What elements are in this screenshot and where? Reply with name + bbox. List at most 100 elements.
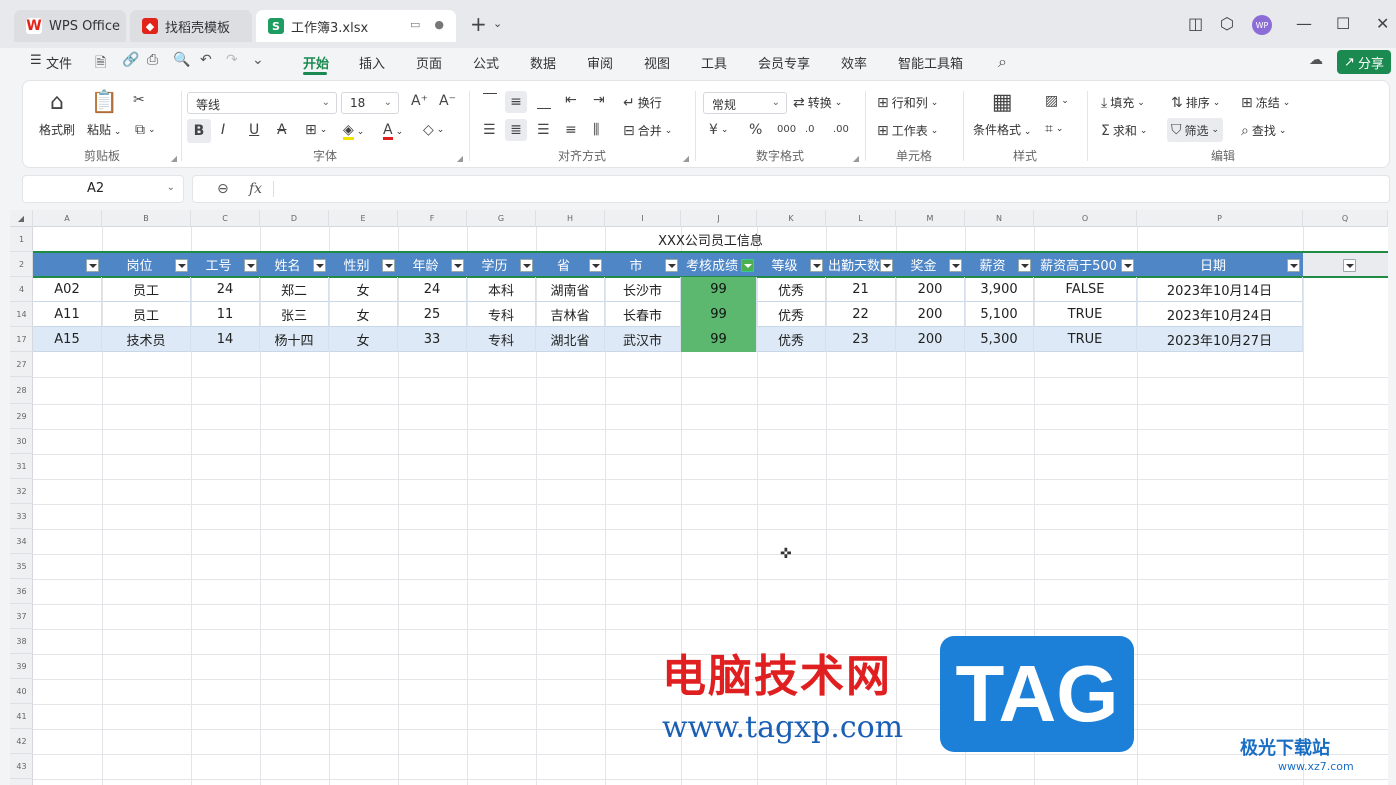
row-header-38[interactable]: 38	[10, 629, 33, 654]
menu-file[interactable]: 文件	[46, 53, 72, 72]
row-header-4[interactable]: 4	[10, 277, 33, 302]
merge-button[interactable]: ⊟ 合并 ⌄	[623, 122, 672, 139]
strikethrough-button[interactable]: A	[277, 123, 287, 137]
table-cell[interactable]: TRUE	[1034, 327, 1137, 352]
row-header-37[interactable]: 37	[10, 604, 33, 629]
italic-button[interactable]: I	[221, 123, 225, 137]
row-header-42[interactable]: 42	[10, 729, 33, 754]
column-header-j[interactable]: J	[681, 210, 757, 227]
table-cell[interactable]: A11	[33, 302, 102, 327]
copy-icon[interactable]: ⧉ ⌄	[135, 123, 156, 137]
column-header-h[interactable]: H	[536, 210, 605, 227]
justify-icon[interactable]: ≡	[565, 123, 577, 137]
tab-workbook[interactable]: S 工作簿3.xlsx ▭ ●	[256, 10, 456, 42]
layout-icon[interactable]: ◫	[1188, 15, 1203, 33]
table-cell[interactable]: 本科	[467, 277, 536, 302]
paste-button[interactable]: 📋 粘贴 ⌄	[87, 91, 121, 138]
table-cell[interactable]: A15	[33, 327, 102, 352]
table-cell[interactable]: 99	[681, 277, 757, 302]
row-header-41[interactable]: 41	[10, 704, 33, 729]
column-header-c[interactable]: C	[191, 210, 260, 227]
row-header-32[interactable]: 32	[10, 479, 33, 504]
table-cell[interactable]: 员工	[102, 277, 191, 302]
column-header-p[interactable]: P	[1137, 210, 1303, 227]
column-header-q[interactable]: Q	[1303, 210, 1388, 227]
table-cell[interactable]: 21	[826, 277, 896, 302]
table-cell[interactable]: 女	[329, 277, 398, 302]
table-cell[interactable]: A02	[33, 277, 102, 302]
find-button[interactable]: ⌕ 查找 ⌄	[1241, 122, 1286, 139]
column-header-n[interactable]: N	[965, 210, 1034, 227]
table-cell[interactable]: 11	[191, 302, 260, 327]
menu-page[interactable]: 页面	[416, 53, 442, 72]
convert-button[interactable]: ⇄ 转换 ⌄	[793, 94, 842, 111]
align-bottom-icon[interactable]: ⎽	[537, 95, 551, 109]
table-cell[interactable]: 女	[329, 302, 398, 327]
row-header-34[interactable]: 34	[10, 529, 33, 554]
link-icon[interactable]: 🔗	[122, 52, 139, 68]
row-header-33[interactable]: 33	[10, 504, 33, 529]
table-cell[interactable]: 郑二	[260, 277, 329, 302]
hamburger-icon[interactable]: ☰	[30, 53, 42, 68]
align-middle-icon[interactable]: ≡	[505, 91, 527, 113]
column-header-m[interactable]: M	[896, 210, 965, 227]
align-left-icon[interactable]: ☰	[483, 123, 496, 137]
table-cell[interactable]: 200	[896, 302, 965, 327]
distributed-icon[interactable]: ⫼	[593, 123, 599, 137]
table-cell[interactable]: 优秀	[757, 302, 826, 327]
column-header-f[interactable]: F	[398, 210, 467, 227]
more-chevron-icon[interactable]: ⌄	[252, 52, 264, 68]
table-cell[interactable]: 张三	[260, 302, 329, 327]
avatar[interactable]: WP	[1252, 15, 1272, 35]
print-icon[interactable]: ⎙	[147, 52, 158, 68]
column-header-l[interactable]: L	[826, 210, 896, 227]
chevron-down-icon[interactable]: ⌄	[493, 17, 502, 30]
row-header-1[interactable]: 1	[10, 227, 33, 252]
formula-bar[interactable]: ⊖ fx	[192, 175, 1390, 203]
tab-template[interactable]: ◆ 找稻壳模板	[130, 10, 252, 42]
menu-review[interactable]: 审阅	[587, 53, 613, 72]
table-cell[interactable]: 武汉市	[605, 327, 681, 352]
sort-button[interactable]: ⇅ 排序 ⌄	[1171, 94, 1220, 111]
underline-button[interactable]: U	[249, 123, 259, 137]
conditional-format-button[interactable]: ▦ 条件格式 ⌄	[973, 91, 1031, 138]
eraser-icon[interactable]: ◇ ⌄	[423, 123, 444, 137]
table-cell[interactable]: 杨十四	[260, 327, 329, 352]
cube-icon[interactable]: ⬡	[1220, 15, 1234, 33]
menu-start[interactable]: 开始	[303, 53, 329, 72]
table-cell[interactable]: 2023年10月27日	[1137, 327, 1303, 352]
table-cell[interactable]: TRUE	[1034, 302, 1137, 327]
row-header-14[interactable]: 14	[10, 302, 33, 327]
new-tab-icon[interactable]: +	[470, 14, 487, 34]
sum-button[interactable]: Σ 求和 ⌄	[1101, 122, 1147, 139]
table-cell[interactable]: 吉林省	[536, 302, 605, 327]
table-cell[interactable]: 24	[398, 277, 467, 302]
row-header-35[interactable]: 35	[10, 554, 33, 579]
zoom-icon[interactable]: ⊖	[217, 181, 229, 197]
table-cell[interactable]: 5,100	[965, 302, 1034, 327]
undo-icon[interactable]: ↶	[200, 52, 212, 68]
minimize-icon[interactable]: —	[1296, 15, 1312, 33]
worksheet-button[interactable]: ⊞ 工作表 ⌄	[877, 122, 938, 139]
format-painter-button[interactable]: ⌂ 格式刷	[39, 91, 75, 138]
align-right-icon[interactable]: ☰	[537, 123, 550, 137]
row-header-28[interactable]: 28	[10, 377, 33, 404]
column-header-k[interactable]: K	[757, 210, 826, 227]
close-icon[interactable]: ✕	[1376, 15, 1389, 33]
table-cell[interactable]: 22	[826, 302, 896, 327]
row-header-36[interactable]: 36	[10, 579, 33, 604]
menu-formula[interactable]: 公式	[473, 53, 499, 72]
dialog-launcher-icon[interactable]: ◢	[853, 154, 859, 163]
search-icon[interactable]: ⌕	[998, 52, 1007, 72]
select-all-corner[interactable]: ◢	[10, 210, 33, 227]
table-cell[interactable]: FALSE	[1034, 277, 1137, 302]
sheet-title-cell[interactable]: XXX公司员工信息	[33, 227, 1388, 252]
align-top-icon[interactable]: ⎺	[483, 93, 497, 107]
row-header-40[interactable]: 40	[10, 679, 33, 704]
row-header-43[interactable]: 43	[10, 754, 33, 779]
decrease-font-icon[interactable]: A⁻	[439, 94, 456, 108]
row-header-31[interactable]: 31	[10, 454, 33, 479]
font-size-select[interactable]: 18 ⌄	[341, 92, 399, 114]
table-cell[interactable]: 湖南省	[536, 277, 605, 302]
cut-icon[interactable]: ✂	[133, 93, 145, 107]
